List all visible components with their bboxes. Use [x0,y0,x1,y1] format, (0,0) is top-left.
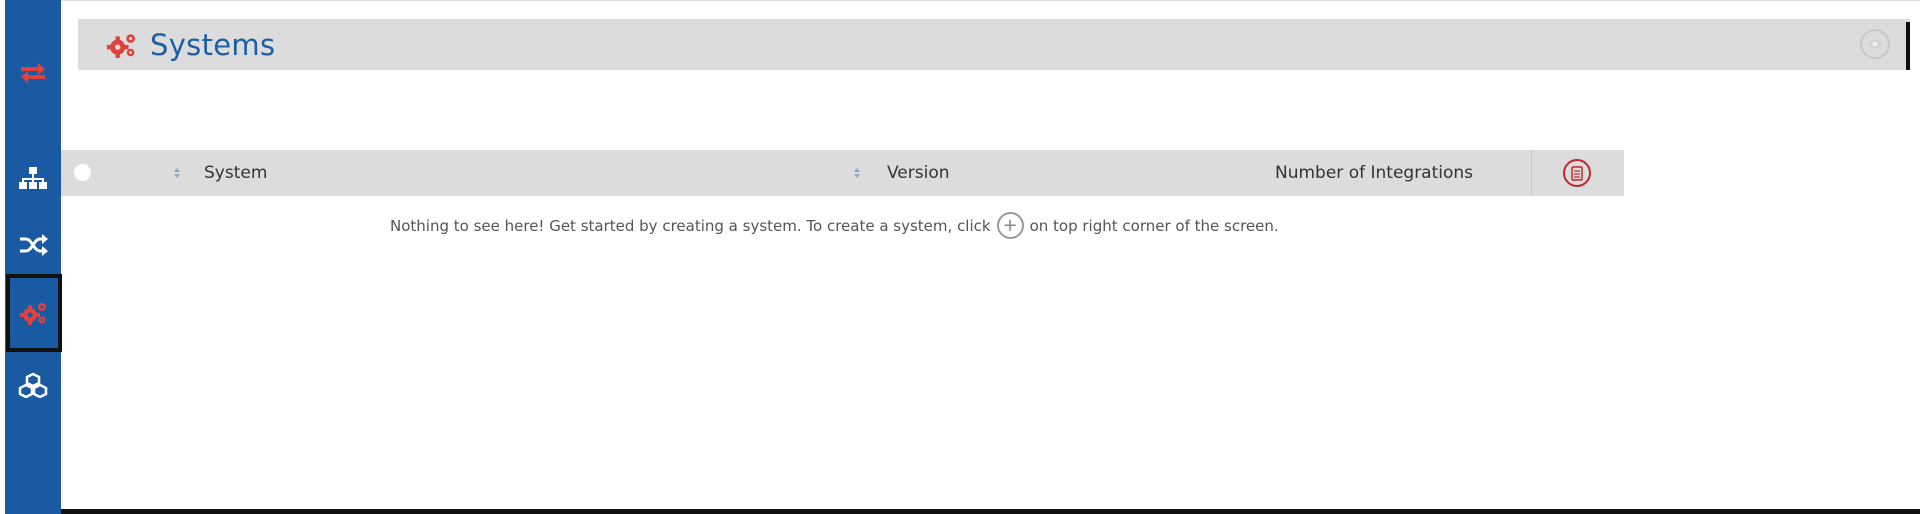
sort-icon[interactable] [173,166,181,180]
top-border [61,0,1920,1]
cubes-icon [18,372,48,398]
eye-icon[interactable] [1860,29,1890,59]
sidebar [5,0,62,514]
sidebar-item-sync[interactable] [5,45,61,101]
gears-icon [104,31,140,59]
plus-circle-icon: + [996,212,1024,239]
refresh-arrows-icon [21,63,45,83]
column-divider [1531,150,1532,196]
table-header: System Version Number of Integrations [61,150,1624,196]
bottom-border [61,509,1920,514]
empty-state-text: Nothing to see here! Get started by crea… [390,216,991,235]
empty-state-message: Nothing to see here! Get started by crea… [390,212,1279,239]
sidebar-item-components[interactable] [5,357,61,413]
gears-icon [20,303,46,325]
column-header-version[interactable]: Version [887,163,950,183]
sitemap-icon [19,167,47,189]
sidebar-item-network[interactable] [5,150,61,206]
column-header-system[interactable]: System [204,163,267,183]
shuffle-icon [20,234,48,256]
sort-icon[interactable] [853,166,861,180]
column-header-integrations: Number of Integrations [1275,163,1474,183]
empty-state-text-after: on top right corner of the screen. [1029,216,1279,235]
sidebar-item-systems[interactable] [6,274,62,352]
page-header: Systems [78,19,1910,70]
header-edge-marker [1906,22,1910,70]
page-title: Systems [150,27,276,62]
sidebar-item-integrations[interactable] [5,217,61,273]
document-export-icon[interactable] [1563,159,1591,187]
select-all-radio[interactable] [74,164,91,181]
